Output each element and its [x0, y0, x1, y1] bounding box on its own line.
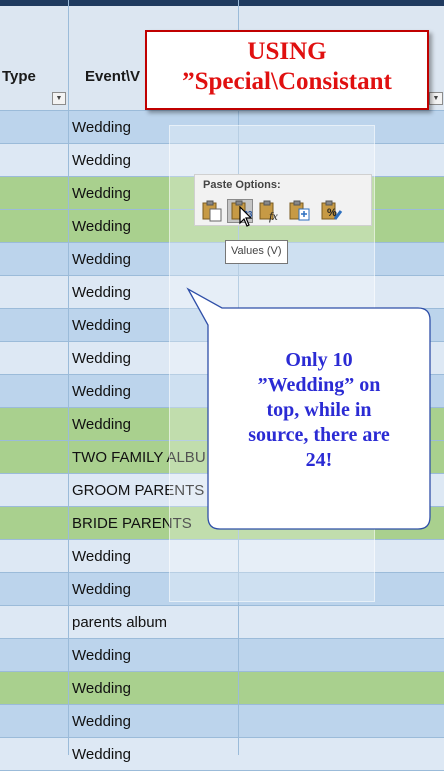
- callout-line: ”Wedding” on: [257, 374, 381, 396]
- callout-line: source, there are: [248, 424, 390, 446]
- callout-line: 24!: [305, 449, 333, 471]
- callout-line: top, while in: [266, 399, 372, 421]
- callout-text: Only 10 ”Wedding” on top, while in sourc…: [212, 348, 426, 473]
- callout-line: Only 10: [285, 349, 353, 371]
